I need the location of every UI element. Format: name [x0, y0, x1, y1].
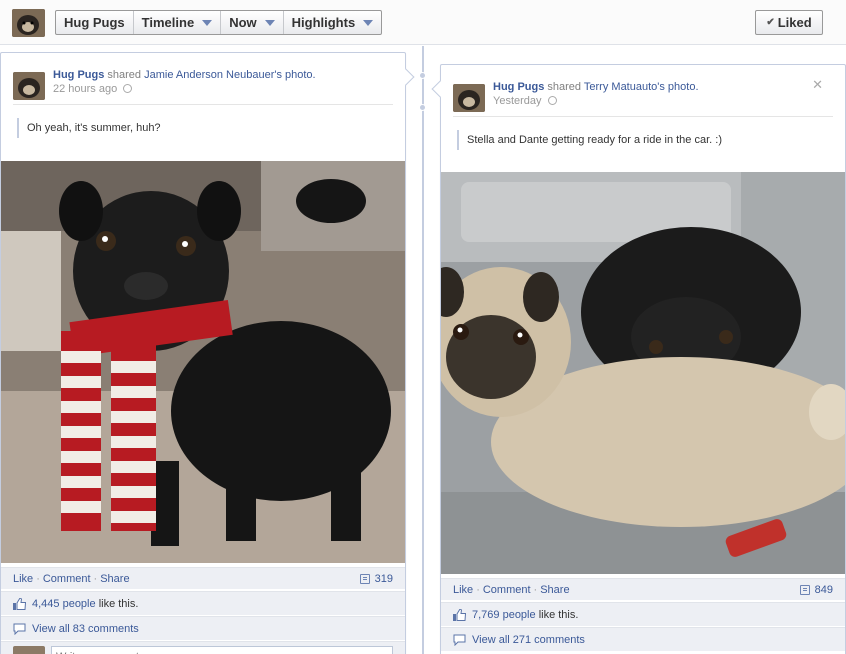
- timestamp-link[interactable]: Yesterday: [493, 95, 542, 107]
- post-header: Hug Pugs shared Jamie Anderson Neubauer'…: [13, 53, 393, 105]
- shared-text: shared: [547, 81, 582, 93]
- comment-composer: [1, 641, 405, 654]
- speech-bubble-icon: [453, 634, 466, 646]
- post-timestamp: Yesterday: [493, 95, 557, 107]
- like-link[interactable]: Like: [13, 573, 33, 585]
- comment-count[interactable]: 319: [359, 572, 393, 585]
- author-link[interactable]: Hug Pugs: [53, 69, 104, 81]
- view-comments-row: View all 271 comments: [441, 627, 845, 651]
- view-comments-row: View all 83 comments: [1, 616, 405, 640]
- comment-count-value: 319: [374, 572, 393, 585]
- timeline-header: Hug Pugs Timeline Now Highlights ✔ Liked: [0, 0, 846, 45]
- likes-count-link[interactable]: 4,445 people: [32, 598, 96, 610]
- comment-input[interactable]: [51, 645, 393, 654]
- share-link[interactable]: Share: [100, 573, 129, 585]
- post-action-bar: Like · Comment · Share 849: [441, 578, 845, 600]
- speech-bubble-icon: [13, 623, 26, 635]
- caret-down-icon: [363, 19, 374, 26]
- check-icon: ✔: [766, 17, 775, 28]
- likes-suffix: like this.: [98, 597, 139, 610]
- likes-count-link[interactable]: 7,769 people: [472, 609, 536, 621]
- nav-page-name[interactable]: Hug Pugs: [56, 11, 134, 34]
- author-avatar[interactable]: [453, 84, 485, 112]
- post-message: Stella and Dante getting ready for a rid…: [457, 130, 833, 150]
- comment-icon: [799, 584, 810, 595]
- timeline-dot: [419, 72, 426, 79]
- timeline-nav: Hug Pugs Timeline Now Highlights: [55, 10, 383, 35]
- post-pointer: [431, 80, 449, 98]
- view-all-comments-link[interactable]: View all 83 comments: [32, 623, 139, 635]
- nav-timeline-dropdown[interactable]: Timeline: [134, 11, 222, 34]
- liked-button-label: Liked: [777, 15, 812, 30]
- post-photo[interactable]: [1, 161, 405, 563]
- post-attribution: Hug Pugs shared Terry Matuauto's photo.: [493, 81, 699, 93]
- post-header: Hug Pugs shared Terry Matuauto's photo. …: [453, 65, 833, 117]
- timestamp-link[interactable]: 22 hours ago: [53, 83, 117, 95]
- post-action-links: Like · Comment · Share: [13, 572, 130, 585]
- nav-highlights-label: Highlights: [291, 15, 356, 30]
- timeline-spine: [422, 46, 424, 654]
- globe-icon: [547, 96, 557, 105]
- author-link[interactable]: Hug Pugs: [493, 81, 544, 93]
- like-link[interactable]: Like: [453, 584, 473, 596]
- nav-now-dropdown[interactable]: Now: [221, 11, 284, 34]
- post-photo[interactable]: [441, 172, 845, 574]
- post-action-links: Like · Comment · Share: [453, 583, 570, 596]
- thumbs-up-icon: [453, 608, 466, 621]
- globe-icon: [123, 84, 133, 93]
- author-avatar[interactable]: [13, 72, 45, 100]
- source-link[interactable]: Terry Matuauto's photo.: [584, 81, 699, 93]
- post-attribution: Hug Pugs shared Jamie Anderson Neubauer'…: [53, 69, 316, 81]
- nav-page-name-label: Hug Pugs: [64, 15, 125, 30]
- close-icon[interactable]: ✕: [812, 77, 823, 93]
- comment-link[interactable]: Comment: [483, 584, 531, 596]
- liked-button[interactable]: ✔ Liked: [755, 10, 823, 35]
- timeline-post: Hug Pugs shared Terry Matuauto's photo. …: [431, 64, 846, 654]
- timeline-post: Hug Pugs shared Jamie Anderson Neubauer'…: [0, 52, 415, 654]
- thumbs-up-icon: [13, 597, 26, 610]
- shared-text: shared: [107, 69, 142, 81]
- source-link[interactable]: Jamie Anderson Neubauer's photo.: [144, 69, 316, 81]
- share-link[interactable]: Share: [540, 584, 569, 596]
- likes-suffix: like this.: [538, 608, 579, 621]
- comment-link[interactable]: Comment: [43, 573, 91, 585]
- page-avatar[interactable]: [12, 9, 45, 37]
- timeline-dot: [419, 104, 426, 111]
- post-action-bar: Like · Comment · Share 319: [1, 567, 405, 589]
- post-pointer: [397, 68, 415, 86]
- nav-timeline-label: Timeline: [141, 15, 195, 30]
- comment-count-value: 849: [814, 583, 833, 596]
- caret-down-icon: [264, 19, 275, 26]
- view-all-comments-link[interactable]: View all 271 comments: [472, 634, 585, 646]
- comment-count[interactable]: 849: [799, 583, 833, 596]
- comment-icon: [359, 573, 370, 584]
- nav-now-label: Now: [229, 15, 257, 30]
- caret-down-icon: [202, 19, 213, 26]
- likes-row: 4,445 people like this.: [1, 591, 405, 615]
- likes-row: 7,769 people like this.: [441, 602, 845, 626]
- post-message: Oh yeah, it's summer, huh?: [17, 118, 393, 138]
- nav-highlights-dropdown[interactable]: Highlights: [284, 11, 382, 34]
- viewer-avatar: [13, 645, 45, 654]
- post-timestamp: 22 hours ago: [53, 83, 133, 95]
